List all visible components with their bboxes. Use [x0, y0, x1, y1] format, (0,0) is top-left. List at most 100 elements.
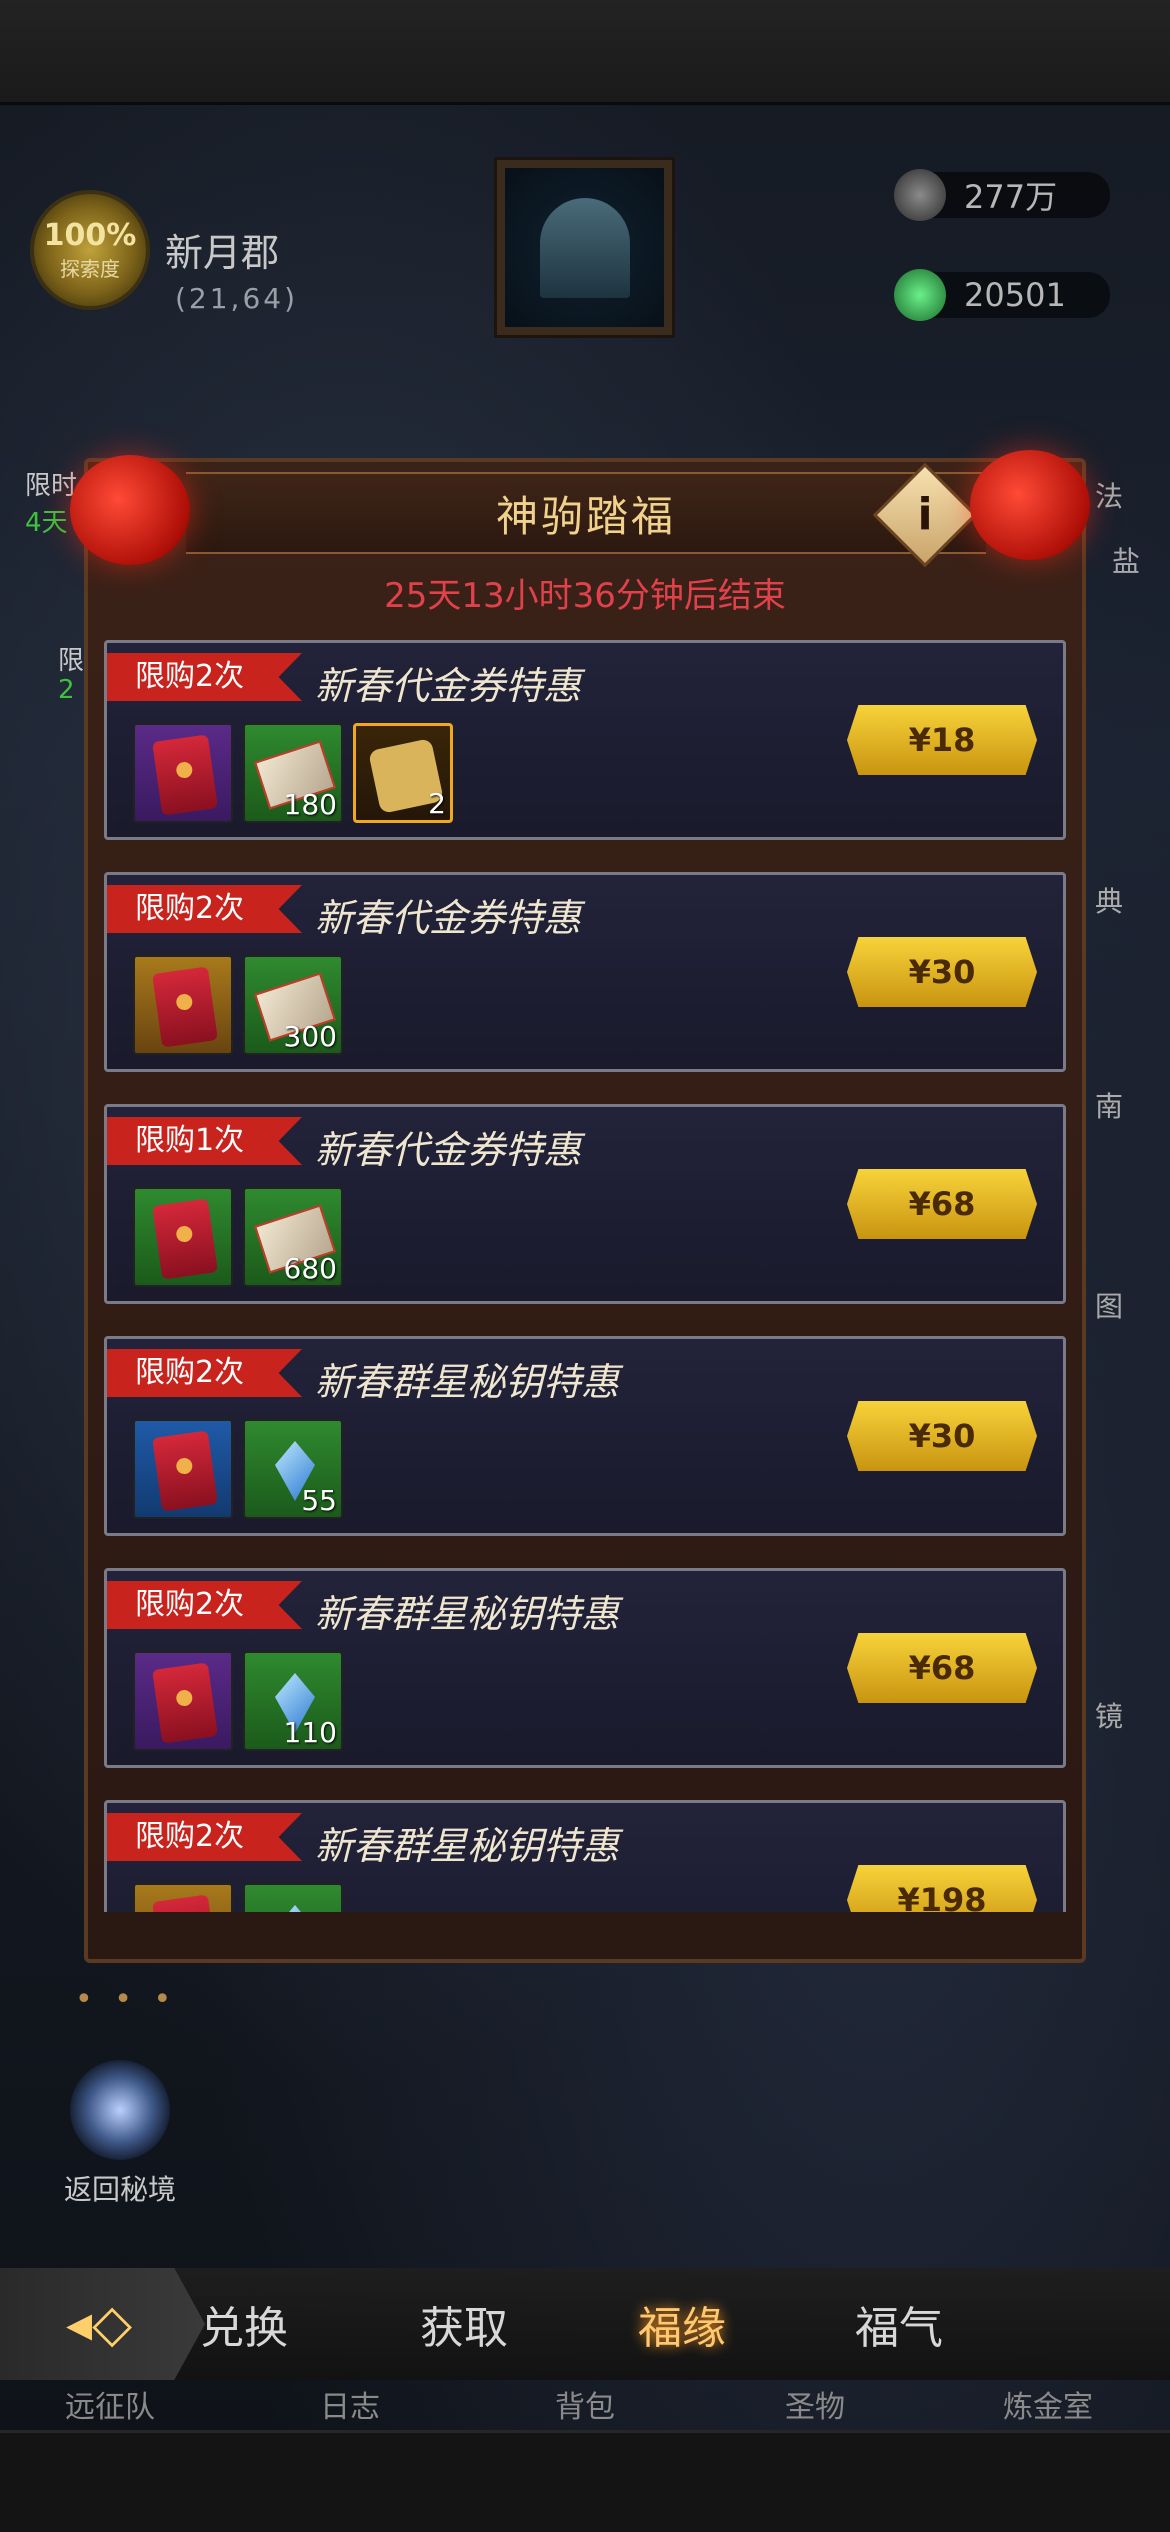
offer-title: 新春群星秘钥特惠 — [315, 1824, 620, 1868]
purchase-limit-badge: 限购1次 — [107, 1117, 302, 1165]
return-secret-realm-button[interactable]: 返回秘境 — [55, 2060, 185, 2208]
resource-emerald[interactable]: 20501 — [894, 269, 1110, 321]
tab-obtain[interactable]: 获取 — [420, 2292, 508, 2356]
side-right-3[interactable]: 典 — [1095, 880, 1123, 920]
emerald-value: 20501 — [964, 276, 1066, 314]
panel-title: 神驹踏福 — [495, 491, 676, 541]
nav-log[interactable]: 日志 — [320, 2382, 380, 2426]
envelope-icon — [152, 1198, 218, 1280]
offer-row: 限购2次 新春群星秘钥特惠 110 ¥68 — [104, 1568, 1066, 1768]
reward-item[interactable]: 680 — [243, 1187, 343, 1287]
purchase-limit-label: 限购2次 — [135, 659, 245, 694]
offer-title: 新春群星秘钥特惠 — [315, 1592, 620, 1636]
offer-title: 新春代金券特惠 — [315, 664, 582, 708]
offer-row: 限购2次 新春群星秘钥特惠 55 ¥30 — [104, 1336, 1066, 1536]
purchase-limit-label: 限购1次 — [135, 1123, 245, 1158]
envelope-icon — [152, 1662, 218, 1744]
item-quantity: 110 — [283, 1716, 337, 1749]
side-right-4[interactable]: 南 — [1095, 1085, 1123, 1125]
footer-bar — [0, 2430, 1170, 2532]
offer-title: 新春代金券特惠 — [315, 896, 582, 940]
envelope-icon — [152, 1894, 218, 1912]
portal-icon — [540, 198, 630, 298]
item-icon-wrap — [145, 1429, 225, 1513]
reward-item[interactable] — [133, 1883, 233, 1912]
side-left-value-1: 4天 — [25, 508, 68, 538]
buy-button[interactable]: ¥18 — [847, 705, 1037, 775]
vortex-icon — [70, 2060, 170, 2160]
offer-items: 180 2 — [133, 723, 453, 823]
item-quantity: 300 — [283, 1020, 337, 1053]
side-right-2[interactable]: 盐 — [1112, 540, 1140, 580]
offer-items — [133, 1883, 343, 1912]
location-coords: (21,64) — [175, 282, 299, 315]
top-bar — [0, 0, 1170, 105]
reward-item[interactable]: 2 — [353, 723, 453, 823]
reward-item[interactable] — [133, 1187, 233, 1287]
portal-frame[interactable] — [497, 160, 672, 335]
nav-expedition[interactable]: 远征队 — [65, 2382, 155, 2426]
reward-item[interactable] — [133, 1419, 233, 1519]
event-countdown: 25天13小时36分钟后结束 — [384, 576, 786, 616]
offer-list[interactable]: 限购2次 新春代金券特惠 180 2 ¥18 限购2次 新春代金券特惠 300 ¥30 限购1次新… — [104, 640, 1066, 1912]
tab-exchange[interactable]: 兑换 — [200, 2292, 288, 2356]
purchase-limit-badge: 限购2次 — [107, 1581, 302, 1629]
buy-button[interactable]: ¥30 — [847, 1401, 1037, 1471]
side-left-value-2: 2 — [58, 675, 75, 705]
side-left-label-2[interactable]: 限 — [58, 640, 84, 677]
purchase-limit-badge: 限购2次 — [107, 1813, 302, 1861]
buy-button[interactable]: ¥68 — [847, 1633, 1037, 1703]
side-right-6[interactable]: 镜 — [1095, 1695, 1123, 1735]
game-screen: 100% 探索度 新月郡 (21,64) 277万 20501 限时 4天 限 … — [0, 0, 1170, 2532]
offer-row: 限购2次 新春代金券特惠 300 ¥30 — [104, 872, 1066, 1072]
side-left-label-1[interactable]: 限时 — [25, 465, 77, 502]
nav-backpack[interactable]: 背包 — [555, 2382, 615, 2426]
offer-row: 限购1次 新春代金券特惠 680 ¥68 — [104, 1104, 1066, 1304]
envelope-icon — [152, 966, 218, 1048]
reward-item[interactable] — [133, 1651, 233, 1751]
back-button[interactable]: ◂◇ — [0, 2268, 205, 2380]
item-icon-wrap — [145, 1197, 225, 1281]
price-label: ¥18 — [908, 721, 976, 759]
buy-button[interactable]: ¥68 — [847, 1169, 1037, 1239]
nav-alchemy[interactable]: 炼金室 — [1003, 2382, 1093, 2426]
purchase-limit-label: 限购2次 — [135, 891, 245, 926]
buy-button[interactable]: ¥198 — [847, 1865, 1037, 1912]
price-label: ¥198 — [897, 1881, 987, 1912]
ore-icon — [894, 169, 946, 221]
reward-item[interactable]: 110 — [243, 1651, 343, 1751]
buy-button[interactable]: ¥30 — [847, 937, 1037, 1007]
tab-blessing[interactable]: 福气 — [855, 2292, 943, 2356]
purchase-limit-badge: 限购2次 — [107, 1349, 302, 1397]
reward-item[interactable] — [133, 955, 233, 1055]
offer-row: 限购2次 新春代金券特惠 180 2 ¥18 — [104, 640, 1066, 840]
reward-item[interactable]: 55 — [243, 1419, 343, 1519]
exploration-percent: 100% — [43, 218, 137, 253]
item-icon-wrap — [145, 965, 225, 1049]
offer-items: 300 — [133, 955, 343, 1055]
item-quantity: 680 — [283, 1252, 337, 1285]
location-info[interactable]: 100% 探索度 新月郡 (21,64) — [10, 170, 350, 320]
side-right-1[interactable]: 法 — [1095, 475, 1123, 515]
offer-title: 新春代金券特惠 — [315, 1128, 582, 1172]
price-label: ¥68 — [908, 1185, 976, 1223]
purchase-limit-badge: 限购2次 — [107, 885, 302, 933]
offer-items: 110 — [133, 1651, 343, 1751]
side-right-5[interactable]: 图 — [1095, 1285, 1123, 1325]
reward-item[interactable] — [243, 1883, 343, 1912]
resource-ore[interactable]: 277万 — [894, 169, 1110, 221]
more-dots[interactable]: • • • — [75, 1982, 177, 2017]
exploration-badge: 100% 探索度 — [30, 190, 150, 310]
item-quantity: 2 — [428, 787, 446, 820]
reward-item[interactable] — [133, 723, 233, 823]
reward-item[interactable]: 180 — [243, 723, 343, 823]
panel-title-bar: 神驹踏福 — [186, 472, 986, 554]
location-name: 新月郡 — [165, 231, 280, 275]
reward-item[interactable]: 300 — [243, 955, 343, 1055]
nav-relics[interactable]: 圣物 — [785, 2382, 845, 2426]
offer-items: 680 — [133, 1187, 343, 1287]
item-icon-wrap — [255, 1893, 335, 1912]
offer-items: 55 — [133, 1419, 343, 1519]
crystal-icon — [275, 1905, 315, 1912]
tab-fortune[interactable]: 福缘 — [638, 2292, 726, 2356]
